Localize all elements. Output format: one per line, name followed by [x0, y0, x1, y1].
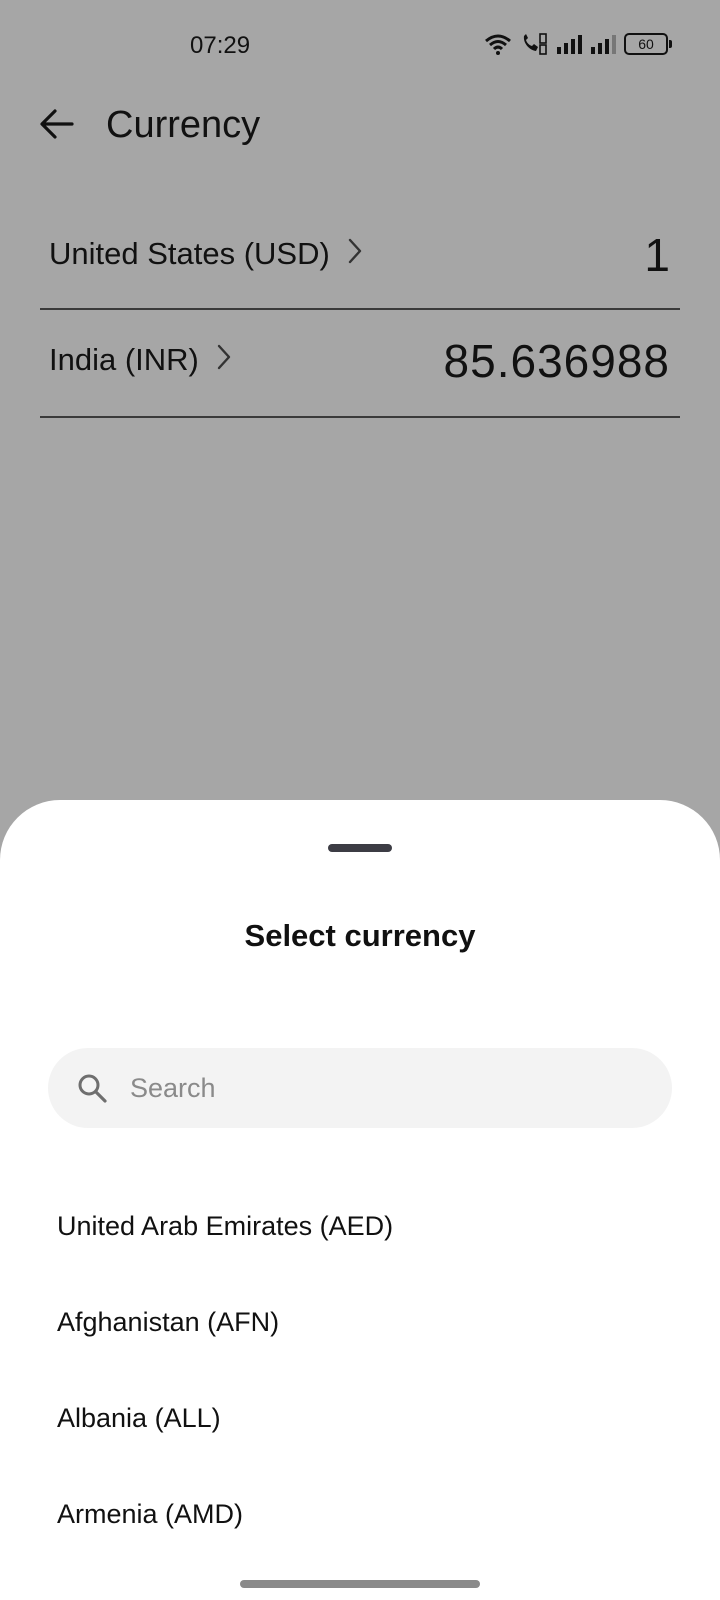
currency-selector-usd[interactable]: United States (USD): [49, 236, 362, 272]
app-bar: Currency: [0, 96, 720, 160]
list-item[interactable]: Albania (ALL): [0, 1370, 720, 1466]
converter-row-usd: United States (USD) 1: [40, 206, 680, 310]
currency-label: India (INR): [49, 342, 199, 377]
currency-selector-inr[interactable]: India (INR): [49, 342, 231, 378]
list-item[interactable]: Afghanistan (AFN): [0, 1274, 720, 1370]
list-item[interactable]: Armenia (AMD): [0, 1466, 720, 1562]
arrow-left-icon: [38, 108, 74, 145]
amount-value[interactable]: 85.636988: [444, 334, 670, 388]
currency-screen: 07:29 60 Currency United States (USD) 1 …: [0, 0, 720, 1600]
search-input[interactable]: [128, 1071, 612, 1105]
sheet-drag-handle[interactable]: [328, 844, 392, 852]
back-button[interactable]: [36, 106, 76, 146]
chevron-right-icon: [348, 236, 362, 272]
wifi-icon: [484, 33, 512, 55]
search-bar[interactable]: [48, 1048, 672, 1128]
battery-icon: 60: [624, 33, 672, 55]
currency-list: United Arab Emirates (AED) Afghanistan (…: [0, 1178, 720, 1562]
status-icons: 60: [484, 33, 672, 55]
signal-icon: [556, 34, 582, 54]
page-title: Currency: [106, 104, 261, 146]
currency-label: United States (USD): [49, 236, 330, 271]
volte-call-icon: [520, 33, 548, 55]
converter-row-inr: India (INR) 85.636988: [40, 312, 680, 418]
list-item[interactable]: United Arab Emirates (AED): [0, 1178, 720, 1274]
amount-value[interactable]: 1: [644, 228, 670, 282]
search-icon: [76, 1072, 108, 1104]
sheet-title: Select currency: [244, 918, 476, 953]
status-time: 07:29: [190, 32, 251, 59]
status-bar: 07:29 60: [0, 0, 720, 92]
signal-icon: [590, 34, 616, 54]
chevron-right-icon: [217, 342, 231, 378]
select-currency-sheet: Select currency United Arab Emirates (AE…: [0, 800, 720, 1600]
gesture-nav-bar[interactable]: [240, 1580, 480, 1588]
